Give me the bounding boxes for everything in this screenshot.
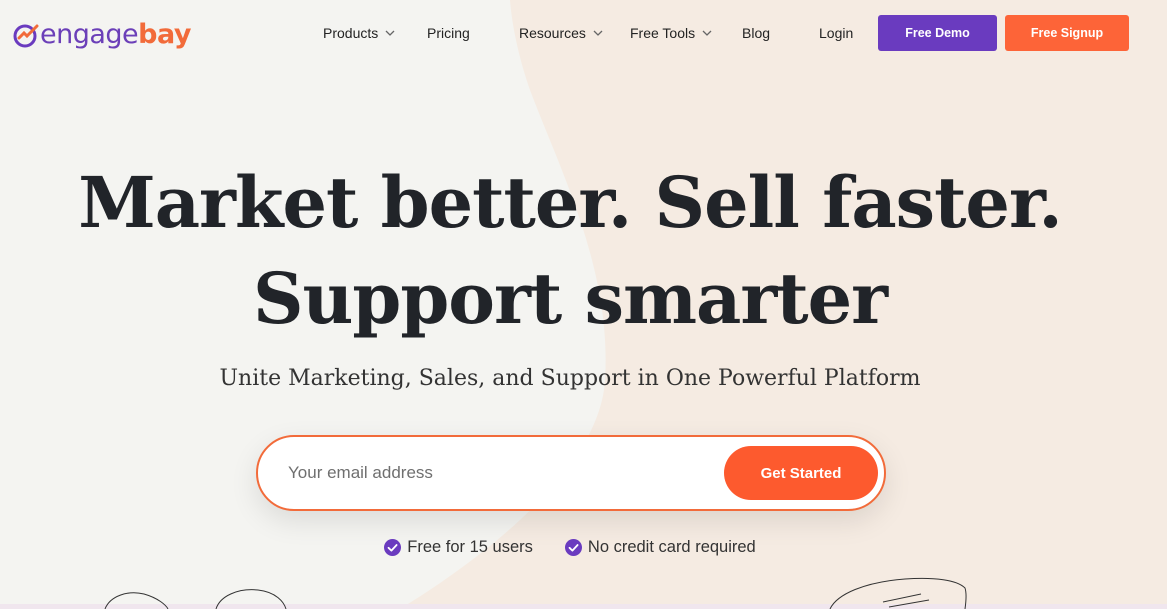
hero-title-line2: Support smarter	[252, 257, 888, 340]
get-started-button[interactable]: Get Started	[724, 446, 878, 500]
nav-login[interactable]: Login	[819, 25, 853, 41]
free-signup-button[interactable]: Free Signup	[1005, 15, 1129, 51]
chevron-down-icon	[385, 30, 395, 36]
check-circle-icon	[564, 539, 582, 556]
brand-name-part2: bay	[138, 18, 191, 50]
nav-products-label: Products	[323, 25, 379, 41]
benefit-badges: Free for 15 users No credit card require…	[0, 538, 1140, 557]
chevron-down-icon	[702, 30, 712, 36]
nav-blog-label: Blog	[742, 25, 771, 41]
nav-resources[interactable]: Resources	[519, 25, 603, 41]
nav-pricing-label: Pricing	[427, 25, 470, 41]
nav-free-tools[interactable]: Free Tools	[630, 25, 712, 41]
hero-title: Market better. Sell faster. Support smar…	[0, 155, 1140, 347]
site-header: engage bay Products Pricing Resources Fre…	[0, 0, 1167, 68]
nav-blog[interactable]: Blog	[742, 25, 770, 41]
engagebay-logo-icon	[13, 24, 39, 48]
check-circle-icon	[384, 539, 402, 556]
decorative-illustration-right	[829, 577, 967, 609]
nav-products[interactable]: Products	[323, 25, 395, 41]
badge-no-card: No credit card required	[564, 538, 756, 557]
chevron-down-icon	[593, 30, 603, 36]
nav-login-label: Login	[819, 25, 854, 41]
free-demo-button[interactable]: Free Demo	[878, 15, 997, 51]
badge-no-card-label: No credit card required	[587, 538, 756, 556]
brand-name-part1: engage	[40, 18, 139, 50]
nav-resources-label: Resources	[519, 25, 586, 41]
hero-subtitle: Unite Marketing, Sales, and Support in O…	[219, 366, 921, 391]
nav-free-tools-label: Free Tools	[630, 25, 696, 41]
email-signup-form: Get Started	[256, 435, 886, 511]
email-input[interactable]	[288, 455, 708, 491]
badge-free-users-label: Free for 15 users	[407, 538, 533, 556]
hero-title-line1: Market better. Sell faster.	[78, 161, 1063, 244]
badge-free-users: Free for 15 users	[384, 538, 533, 557]
decorative-illustration-left	[104, 589, 287, 609]
brand-logo[interactable]: engage bay	[13, 16, 191, 52]
nav-pricing[interactable]: Pricing	[427, 25, 470, 41]
